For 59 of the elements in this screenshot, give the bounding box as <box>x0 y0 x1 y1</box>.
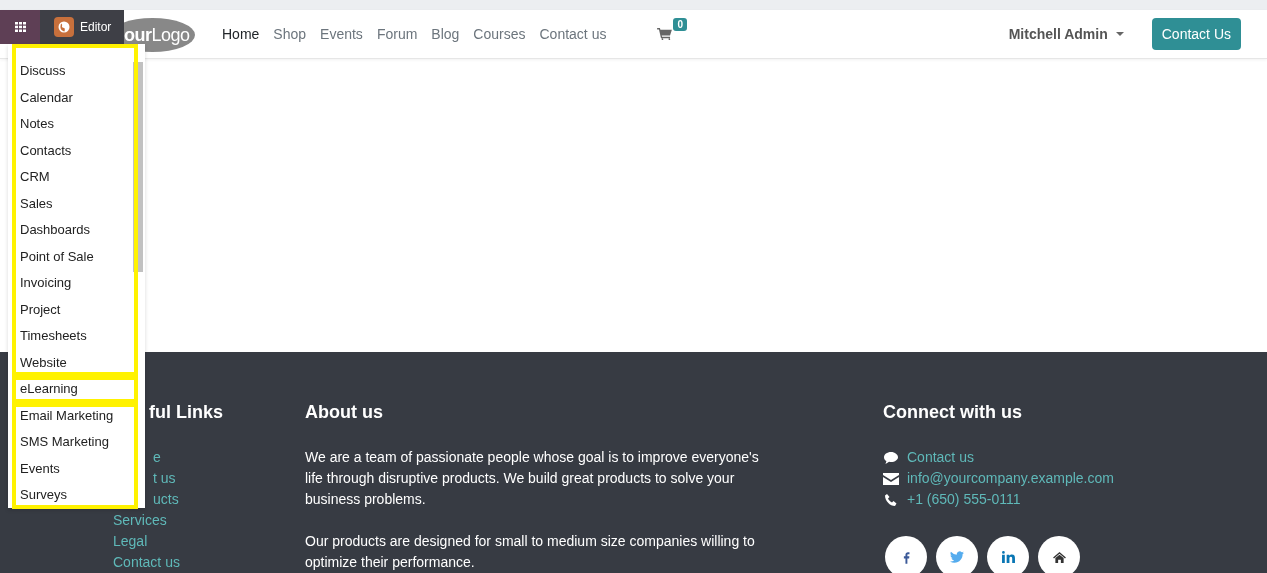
cart-icon[interactable] <box>657 28 673 40</box>
contact-link[interactable]: +1 (650) 555-0111 <box>907 489 1021 510</box>
bird-icon <box>950 551 964 563</box>
nav-link[interactable]: Events <box>313 26 370 42</box>
globe-icon <box>54 17 74 37</box>
menu-item[interactable]: Sales <box>20 190 138 217</box>
menu-item[interactable]: CRM <box>20 164 138 191</box>
nav-link[interactable]: Home <box>215 26 267 42</box>
social-button[interactable] <box>885 536 927 573</box>
menu-item[interactable]: eLearning <box>20 376 138 403</box>
footer-heading: ful Links <box>149 402 223 423</box>
scrollbar[interactable] <box>133 62 143 272</box>
footer-link[interactable]: ucts <box>153 489 179 510</box>
footer-heading: Connect with us <box>883 402 1023 423</box>
footer-link[interactable]: t us <box>153 468 176 489</box>
nav-link[interactable]: Shop <box>266 26 314 42</box>
footer-link[interactable]: Contact us <box>113 552 305 573</box>
editor-label[interactable]: Editor <box>80 20 112 34</box>
home-icon <box>1052 551 1066 563</box>
menu-item[interactable]: Email Marketing <box>20 402 138 429</box>
caret-icon <box>1115 32 1124 36</box>
contact-link[interactable]: Contact us <box>907 447 974 468</box>
menu-item[interactable]: Discuss <box>20 58 138 85</box>
footer-link[interactable]: e <box>153 447 161 468</box>
menu-item[interactable]: Surveys <box>20 482 138 509</box>
footer-link[interactable]: Services <box>113 510 305 531</box>
nav-link[interactable]: Forum <box>369 26 425 42</box>
chat-bubble-icon <box>883 450 899 465</box>
nav-link[interactable]: Blog <box>424 26 467 42</box>
menu-item[interactable]: Calendar <box>20 84 138 111</box>
menu-item[interactable]: SMS Marketing <box>20 429 138 456</box>
about-paragraph: We are a team of passionate people whose goal is to improve everyone's life through disruptive products. We build great products to solve your business problems. <box>305 448 760 509</box>
apps-menu-button[interactable] <box>0 10 40 44</box>
cart-count-badge: 0 <box>673 18 687 31</box>
menu-item[interactable]: Events <box>20 455 138 482</box>
menu-item[interactable]: Website <box>20 349 138 376</box>
phone-icon <box>883 492 899 507</box>
menu-item[interactable]: Invoicing <box>20 270 138 297</box>
grid-icon <box>14 22 26 32</box>
menu-item[interactable]: Contacts <box>20 137 138 164</box>
nav-link[interactable]: Courses <box>466 26 533 42</box>
social-button[interactable] <box>987 536 1029 573</box>
social-button[interactable] <box>1038 536 1080 573</box>
nav-link[interactable]: Contact us <box>532 26 614 42</box>
linkedin-icon <box>1001 551 1015 563</box>
contact-us-button[interactable]: Contact Us <box>1151 18 1241 50</box>
menu-item[interactable]: Timesheets <box>20 323 138 350</box>
footer-link[interactable]: Legal <box>113 531 305 552</box>
social-button[interactable] <box>936 536 978 573</box>
contact-link[interactable]: info@yourcompany.example.com <box>907 468 1114 489</box>
mail-icon <box>883 472 899 485</box>
user-menu[interactable]: Mitchell Admin <box>1008 26 1108 42</box>
menu-item[interactable]: Dashboards <box>20 217 138 244</box>
footer-heading: About us <box>305 402 384 423</box>
menu-item[interactable]: Notes <box>20 111 138 138</box>
about-paragraph: Our products are designed for small to medium size companies willing to optimize their performance. <box>305 532 756 572</box>
menu-item[interactable]: Point of Sale <box>20 243 138 270</box>
facebook-icon <box>902 550 910 564</box>
menu-item[interactable]: Project <box>20 296 138 323</box>
